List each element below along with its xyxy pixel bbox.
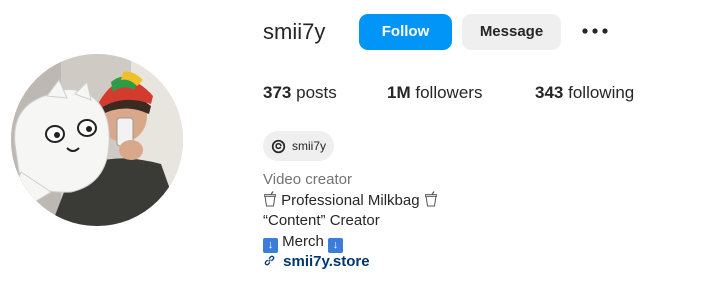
followers-label: followers	[415, 83, 483, 102]
profile-bio: Video creator Professional Milkbag “Cont…	[263, 170, 438, 273]
more-options-icon[interactable]	[580, 23, 610, 39]
cup-with-straw-icon	[264, 190, 276, 206]
posts-count: 373	[263, 83, 292, 102]
message-button[interactable]: Message	[462, 14, 561, 50]
bio-link-text[interactable]: smii7y.store	[283, 253, 369, 270]
bio-line-merch: ↓ Merch ↓	[263, 232, 438, 253]
avatar-photo	[11, 54, 183, 226]
cup-with-straw-icon	[424, 190, 437, 206]
followers-stat[interactable]: 1M followers	[387, 82, 482, 104]
follow-button[interactable]: Follow	[359, 14, 452, 50]
bio-link[interactable]: smii7y.store	[263, 252, 438, 273]
bio-category: Video creator	[263, 171, 352, 188]
posts-label: posts	[296, 83, 337, 102]
threads-badge[interactable]: smii7y	[263, 131, 335, 161]
posts-stat: 373 posts	[263, 82, 337, 104]
threads-icon	[271, 139, 286, 153]
threads-handle: smii7y	[292, 139, 327, 153]
following-label: following	[568, 83, 635, 102]
bio-line-milkbag: Professional Milkbag	[263, 190, 438, 212]
link-icon	[264, 255, 275, 266]
down-arrow-icon: ↓	[328, 237, 344, 253]
profile-username: smii7y	[263, 19, 326, 44]
following-count: 343	[535, 83, 564, 102]
followers-count: 1M	[387, 83, 411, 102]
bio-merch-text: Merch	[282, 232, 324, 250]
bio-line-content-creator: “Content” Creator	[263, 212, 380, 229]
following-stat[interactable]: 343 following	[535, 82, 634, 104]
bio-milkbag-text: Professional Milkbag	[281, 191, 420, 209]
down-arrow-icon: ↓	[263, 237, 278, 253]
profile-avatar[interactable]	[11, 54, 183, 226]
